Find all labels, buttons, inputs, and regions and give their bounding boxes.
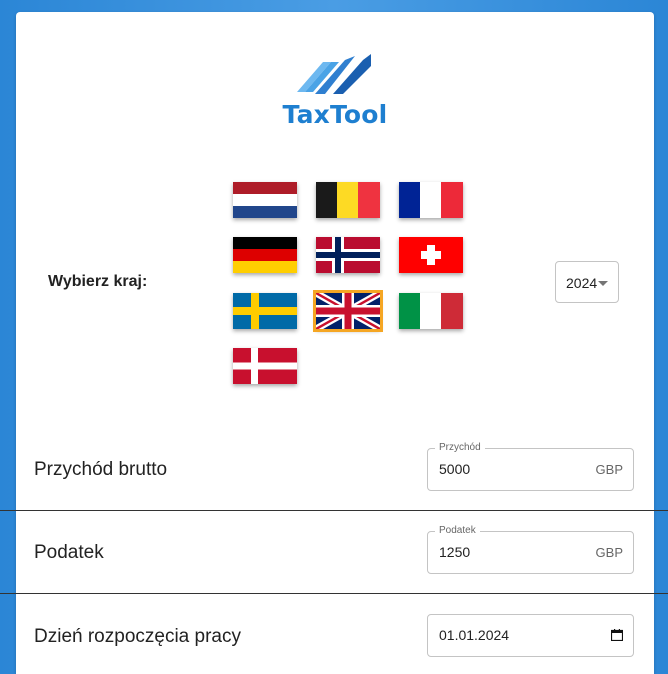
start-date-label: Dzień rozpoczęcia pracy [34, 626, 241, 647]
start-date-input[interactable] [439, 627, 589, 643]
sweden-flag-icon[interactable] [233, 293, 297, 329]
tax-currency: GBP [595, 545, 623, 560]
chevron-down-icon [598, 281, 608, 286]
income-label: Przychód brutto [34, 459, 168, 480]
switzerland-flag-icon[interactable] [399, 237, 463, 273]
tax-input[interactable] [439, 544, 589, 560]
italy-flag-icon[interactable] [399, 293, 463, 329]
divider [0, 593, 668, 594]
norway-flag-icon[interactable] [316, 237, 380, 273]
year-select[interactable]: 2024 [555, 261, 619, 303]
start-date-field[interactable] [427, 614, 634, 657]
income-currency: GBP [595, 462, 623, 477]
belgium-flag-icon[interactable] [316, 182, 380, 218]
country-select-label: Wybierz kraj: [48, 273, 148, 290]
logo: TaxTool [16, 52, 654, 129]
main-card: TaxTool Wybierz kraj: 2024 Przychód brut… [0, 12, 668, 674]
france-flag-icon[interactable] [399, 182, 463, 218]
income-field-label: Przychód [435, 442, 485, 453]
income-input[interactable] [439, 461, 589, 477]
year-value: 2024 [566, 275, 598, 291]
uk-flag-icon[interactable] [313, 290, 383, 332]
calendar-icon[interactable] [611, 629, 623, 641]
brand-name: TaxTool [282, 100, 388, 129]
divider [0, 510, 668, 511]
taxtool-logo-icon [297, 54, 371, 94]
denmark-flag-icon[interactable] [233, 348, 297, 384]
tax-field-label: Podatek [435, 525, 480, 536]
income-field[interactable]: Przychód GBP [427, 442, 634, 491]
germany-flag-icon[interactable] [233, 237, 297, 273]
tax-label: Podatek [34, 542, 104, 563]
tax-field[interactable]: Podatek GBP [427, 525, 634, 574]
netherlands-flag-icon[interactable] [233, 182, 297, 218]
